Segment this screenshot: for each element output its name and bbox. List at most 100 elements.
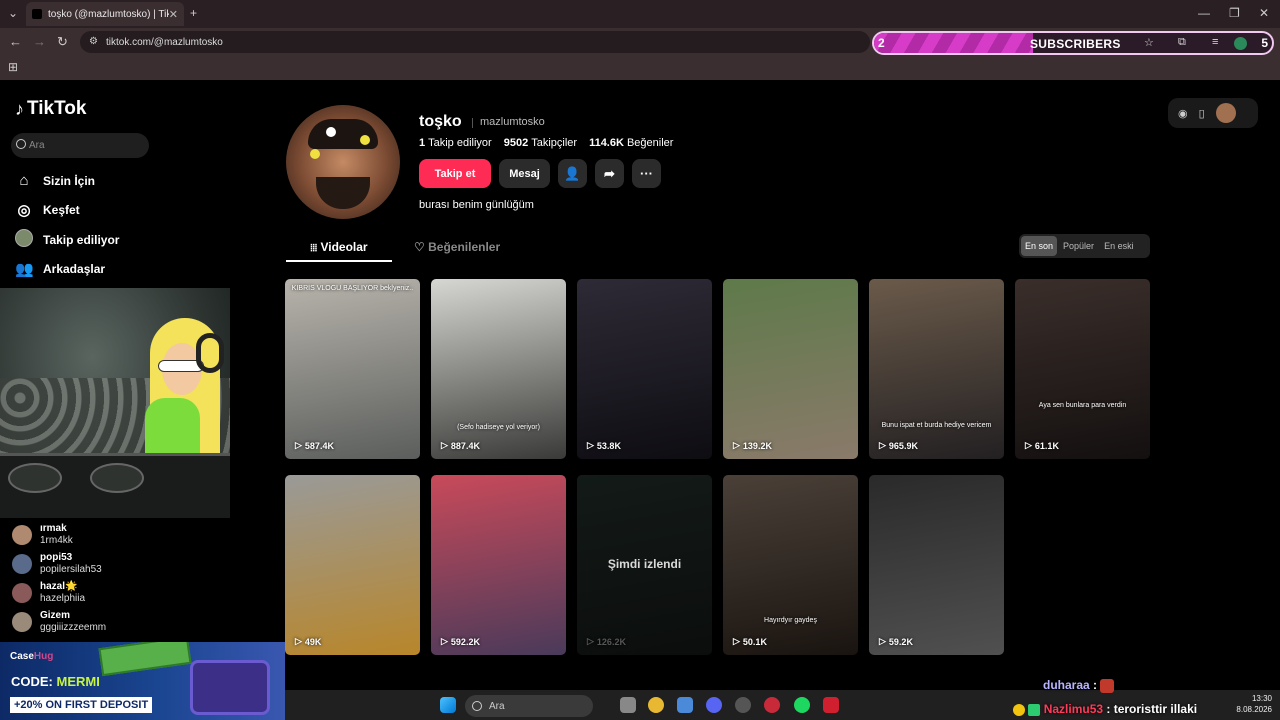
reading-list-icon[interactable]: ≡ xyxy=(1212,36,1218,48)
video-thumbnail[interactable]: (Sefo hadiseye yol veriyor) ▷ 887.4K xyxy=(431,279,566,459)
list-item[interactable]: popi53 popilersilah53 xyxy=(12,549,232,578)
active-tab-underline xyxy=(286,260,392,262)
video-thumbnail[interactable]: ▷ 592.2K xyxy=(431,475,566,655)
windows-start-icon[interactable] xyxy=(440,697,456,713)
close-tab-icon[interactable]: ✕ xyxy=(169,8,178,21)
video-thumbnail[interactable]: Hayırdyır gaydeş ▷ 50.1K xyxy=(723,475,858,655)
extension-icon[interactable]: ⧉ xyxy=(1178,36,1186,49)
stream-character-overlay xyxy=(0,288,230,518)
nav-following[interactable]: Takip ediliyor xyxy=(15,229,119,251)
play-icon: ▷ xyxy=(587,440,594,450)
view-count-text: 126.2K xyxy=(596,636,626,647)
play-icon: ▷ xyxy=(441,636,448,646)
view-count-text: 49K xyxy=(304,636,322,647)
new-tab-icon[interactable]: + xyxy=(190,6,197,20)
reload-icon[interactable]: ↻ xyxy=(57,34,68,50)
tab-list-icon[interactable]: ⌄ xyxy=(8,6,18,20)
video-thumbnail[interactable]: KIBRIS VLOGU BAŞLIYOR beklyeniz.. ▷ 587.4K xyxy=(285,279,420,459)
chat-text: : teroristtir illaki xyxy=(1106,702,1198,716)
flower-decoration xyxy=(360,135,370,145)
top-right-toolbar: ◉ ▯ xyxy=(1168,98,1258,128)
add-friend-icon[interactable]: 👤 xyxy=(558,159,587,188)
subscriber-goal-bar: 2 SUBSCRIBERS ☆ ⧉ ≡ 5 xyxy=(872,31,1274,55)
subscriber-progress-fill xyxy=(874,33,1034,53)
video-thumbnail[interactable]: ▷ 139.2K xyxy=(723,279,858,459)
play-icon: ▷ xyxy=(295,636,302,646)
sort-latest[interactable]: En son xyxy=(1021,236,1058,256)
video-thumbnail[interactable]: Aya sen bunlara para verdin ▷ 61.1K xyxy=(1015,279,1150,459)
tab-videos[interactable]: ⦙⦙⦙ Videolar xyxy=(286,240,392,254)
message-button[interactable]: Mesaj xyxy=(499,159,550,188)
view-count: ▷ 887.4K xyxy=(441,440,480,451)
phone-icon[interactable]: ▯ xyxy=(1199,107,1205,120)
opera-icon[interactable] xyxy=(764,697,780,713)
sort-popular[interactable]: Popüler xyxy=(1059,236,1098,256)
logo-text: TikTok xyxy=(27,98,87,119)
chat-text: : xyxy=(1093,678,1098,692)
more-options-icon[interactable]: ··· xyxy=(632,159,661,188)
emote-icon xyxy=(1100,678,1115,693)
subscriber-current: 2 xyxy=(878,36,885,50)
back-icon[interactable]: ← xyxy=(9,34,22,49)
tab-label: Videolar xyxy=(320,240,368,254)
follow-button[interactable]: Takip et xyxy=(419,159,491,188)
forward-icon[interactable]: → xyxy=(33,34,46,49)
followers-stat[interactable]: 9502 Takipçiler xyxy=(504,137,577,149)
view-count-text: 59.2K xyxy=(888,636,913,647)
view-count-text: 587.4K xyxy=(304,440,334,451)
close-window-icon[interactable]: ✕ xyxy=(1259,6,1269,20)
maximize-icon[interactable]: ❐ xyxy=(1229,6,1240,20)
list-item[interactable]: hazal🌟 hazelphiia xyxy=(12,578,232,607)
view-count: ▷ 965.9K xyxy=(879,440,918,451)
profile-avatar[interactable] xyxy=(286,105,400,219)
profile-avatar-icon[interactable] xyxy=(1234,37,1247,50)
minimize-icon[interactable]: — xyxy=(1198,6,1210,20)
obs-icon[interactable] xyxy=(735,697,751,713)
url-field[interactable]: ⚙ tiktok.com/@mazlumtosko xyxy=(80,31,870,53)
list-item[interactable]: ırmak 1rm4kk xyxy=(12,520,232,549)
spotify-icon[interactable] xyxy=(794,697,810,713)
discord-icon[interactable] xyxy=(706,697,722,713)
nav-friends[interactable]: 👥 Arkadaşlar xyxy=(15,260,105,278)
video-thumbnail[interactable]: Şimdi izlendi ▷ 126.2K xyxy=(577,475,712,655)
friends-icon: 👥 xyxy=(15,261,34,278)
view-count: ▷ 587.4K xyxy=(295,440,334,451)
video-thumbnail[interactable]: ▷ 49K xyxy=(285,475,420,655)
nav-explore[interactable]: ◎ Keşfet xyxy=(15,201,79,219)
coin-icon[interactable]: ◉ xyxy=(1178,107,1188,120)
nav-for-you[interactable]: ⌂ Sizin İçin xyxy=(15,172,95,189)
search-placeholder: Ara xyxy=(29,140,45,151)
sort-oldest[interactable]: En eski xyxy=(1100,236,1138,256)
list-item[interactable]: Gizem gggiiizzzeemm xyxy=(12,607,232,636)
chrome-icon[interactable] xyxy=(648,697,664,713)
account-name: Gizem xyxy=(40,609,71,621)
apps-grid-icon[interactable]: ⊞ xyxy=(8,60,18,74)
clock-time: 13:30 xyxy=(1251,694,1272,703)
search-input[interactable]: Ara xyxy=(11,133,149,158)
star-icon[interactable]: ☆ xyxy=(1144,36,1154,49)
app-icon[interactable] xyxy=(823,697,839,713)
browser-tab[interactable]: toşko (@mazlumtosko) | TikTok ✕ xyxy=(26,2,184,26)
url-text: tiktok.com/@mazlumtosko xyxy=(106,36,223,48)
site-info-icon[interactable]: ⚙ xyxy=(89,36,98,47)
avatar xyxy=(12,611,32,632)
tiktok-logo[interactable]: ♪ TikTok xyxy=(15,98,86,120)
brand-prefix: Case xyxy=(10,651,34,662)
play-icon: ▷ xyxy=(733,440,740,450)
taskbar-search[interactable]: Ara xyxy=(465,695,593,717)
following-stat[interactable]: 1 Takip ediliyor xyxy=(419,137,492,149)
video-thumbnail[interactable]: ▷ 59.2K xyxy=(869,475,1004,655)
badge-icon xyxy=(1013,703,1025,716)
tiktok-note-icon: ♪ xyxy=(15,98,24,119)
user-avatar[interactable] xyxy=(1215,103,1236,123)
tab-liked[interactable]: ♡ Beğenilenler xyxy=(414,240,500,254)
video-thumbnail[interactable]: Bunu ispat et burda hediye vericem ▷ 965.9… xyxy=(869,279,1004,459)
view-count-text: 887.4K xyxy=(450,440,480,451)
share-icon[interactable]: ➦ xyxy=(595,159,624,188)
task-view-icon[interactable] xyxy=(620,697,636,713)
app-icon[interactable] xyxy=(677,697,693,713)
account-handle: popilersilah53 xyxy=(40,563,102,575)
system-clock[interactable]: 13:30 8.08.2026 xyxy=(1236,693,1272,715)
following-label: Takip ediliyor xyxy=(428,137,492,149)
video-thumbnail[interactable]: ▷ 53.8K xyxy=(577,279,712,459)
